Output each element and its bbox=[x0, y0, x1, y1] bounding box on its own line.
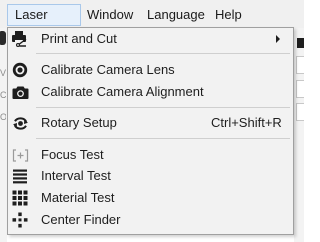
menu-help[interactable]: Help bbox=[208, 4, 249, 26]
menu-bar: Laser Tools Window Language Help bbox=[0, 0, 304, 42]
menu-item-label: Rotary Setup bbox=[41, 115, 117, 130]
menu-item-print-and-cut[interactable]: Print and Cut bbox=[8, 28, 293, 50]
camera-lens-icon bbox=[11, 61, 29, 79]
camera-icon bbox=[11, 83, 29, 101]
menu-item-interval-test[interactable]: Interval Test bbox=[8, 165, 293, 187]
submenu-arrow-icon bbox=[276, 35, 280, 43]
printer-scissors-icon bbox=[11, 30, 29, 48]
background-dark-element bbox=[297, 38, 304, 48]
laser-tools-dropdown: Print and Cut Calibrate Camera Lens Cali… bbox=[7, 27, 294, 235]
menu-item-label: Material Test bbox=[41, 190, 115, 205]
menu-laser-tools[interactable]: Laser Tools bbox=[7, 4, 81, 42]
background-toolbar-icon bbox=[0, 31, 6, 45]
menu-item-calibrate-camera-alignment[interactable]: Calibrate Camera Alignment bbox=[8, 81, 293, 103]
background-label: O bbox=[0, 112, 6, 122]
background-left-panel bbox=[0, 28, 7, 242]
menu-separator bbox=[36, 107, 290, 108]
background-field bbox=[296, 80, 304, 98]
menu-item-rotary-setup[interactable]: Rotary Setup Ctrl+Shift+R bbox=[8, 112, 293, 134]
menu-item-label: Print and Cut bbox=[41, 31, 117, 46]
menu-separator bbox=[36, 53, 290, 54]
rotary-icon bbox=[11, 114, 29, 132]
menu-item-focus-test[interactable]: Focus Test bbox=[8, 144, 293, 166]
menu-item-shortcut: Ctrl+Shift+R bbox=[211, 115, 282, 130]
focus-test-icon bbox=[11, 146, 29, 164]
menu-item-label: Focus Test bbox=[41, 147, 104, 162]
background-label: Vi bbox=[0, 68, 6, 78]
menu-item-calibrate-camera-lens[interactable]: Calibrate Camera Lens bbox=[8, 59, 293, 81]
menu-separator bbox=[36, 138, 290, 139]
center-finder-icon bbox=[11, 211, 29, 229]
background-label: Cl bbox=[0, 90, 6, 100]
menu-item-material-test[interactable]: Material Test bbox=[8, 187, 293, 209]
menu-item-label: Interval Test bbox=[41, 168, 111, 183]
background-field bbox=[296, 56, 304, 74]
menu-item-center-finder[interactable]: Center Finder bbox=[8, 209, 293, 231]
menu-item-label: Calibrate Camera Lens bbox=[41, 62, 175, 77]
menu-language[interactable]: Language bbox=[140, 4, 212, 26]
menu-window[interactable]: Window bbox=[80, 4, 140, 26]
interval-test-icon bbox=[11, 167, 29, 185]
menu-item-label: Calibrate Camera Alignment bbox=[41, 84, 204, 99]
material-test-grid-icon bbox=[11, 189, 29, 207]
menu-item-label: Center Finder bbox=[41, 212, 121, 227]
background-field bbox=[296, 103, 304, 121]
